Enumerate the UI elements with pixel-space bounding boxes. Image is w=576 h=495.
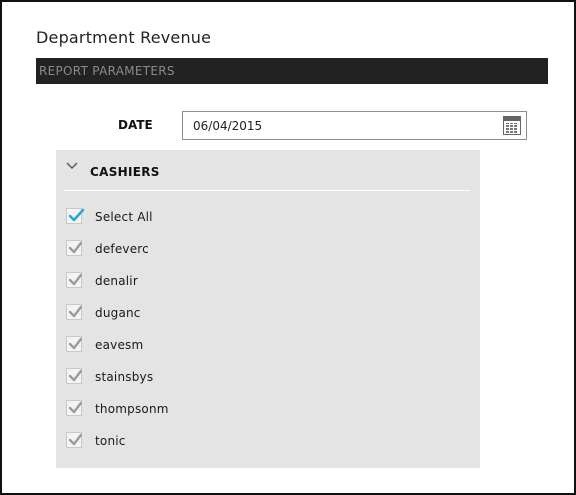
cashiers-title: CASHIERS: [90, 165, 160, 179]
cashier-checkbox[interactable]: [66, 400, 83, 416]
cashier-item[interactable]: denalir: [66, 268, 466, 300]
cashiers-panel: CASHIERS Select All defeverc denalir dug…: [56, 150, 480, 468]
calendar-icon[interactable]: [503, 116, 521, 135]
checkmark-icon: [68, 369, 83, 382]
cashier-list: Select All defeverc denalir duganc eaves…: [66, 204, 466, 460]
cashier-checkbox[interactable]: [66, 336, 83, 352]
cashier-label: denalir: [95, 274, 138, 288]
calendar-icon-top: [504, 117, 520, 121]
checkmark-icon: [68, 401, 83, 414]
section-header-bar: REPORT PARAMETERS: [36, 58, 548, 84]
checkmark-icon: [68, 305, 83, 318]
checkmark-icon: [68, 241, 83, 254]
date-input[interactable]: [193, 118, 493, 134]
checkmark-icon: [68, 208, 85, 222]
chevron-down-icon[interactable]: [66, 162, 78, 170]
cashier-item[interactable]: stainsbys: [66, 364, 466, 396]
cashier-item[interactable]: eavesm: [66, 332, 466, 364]
section-header-label: REPORT PARAMETERS: [39, 64, 175, 78]
cashier-checkbox[interactable]: [66, 368, 83, 384]
page-title: Department Revenue: [36, 28, 212, 47]
checkmark-icon: [68, 433, 83, 446]
cashier-label: eavesm: [95, 338, 144, 352]
cashier-label: defeverc: [95, 242, 149, 256]
cashier-label: duganc: [95, 306, 141, 320]
report-window: Department Revenue REPORT PARAMETERS DAT…: [0, 0, 576, 495]
cashier-item[interactable]: defeverc: [66, 236, 466, 268]
cashier-item[interactable]: thompsonm: [66, 396, 466, 428]
select-all-checkbox-row[interactable]: Select All: [66, 204, 466, 236]
panel-divider: [64, 190, 470, 191]
cashier-checkbox[interactable]: [66, 240, 83, 256]
cashier-checkbox[interactable]: [66, 304, 83, 320]
date-field[interactable]: [182, 111, 527, 140]
checkmark-icon: [68, 337, 83, 350]
cashier-item[interactable]: duganc: [66, 300, 466, 332]
select-all-label: Select All: [95, 210, 153, 224]
select-all-checkbox[interactable]: [66, 208, 85, 224]
cashiers-panel-header[interactable]: CASHIERS: [56, 150, 480, 192]
date-label: DATE: [118, 118, 153, 132]
cashier-label: tonic: [95, 434, 126, 448]
calendar-icon-grid: [506, 123, 518, 133]
cashier-label: stainsbys: [95, 370, 154, 384]
cashier-item[interactable]: tonic: [66, 428, 466, 460]
checkmark-icon: [68, 273, 83, 286]
cashier-checkbox[interactable]: [66, 432, 83, 448]
cashier-checkbox[interactable]: [66, 272, 83, 288]
cashier-label: thompsonm: [95, 402, 169, 416]
